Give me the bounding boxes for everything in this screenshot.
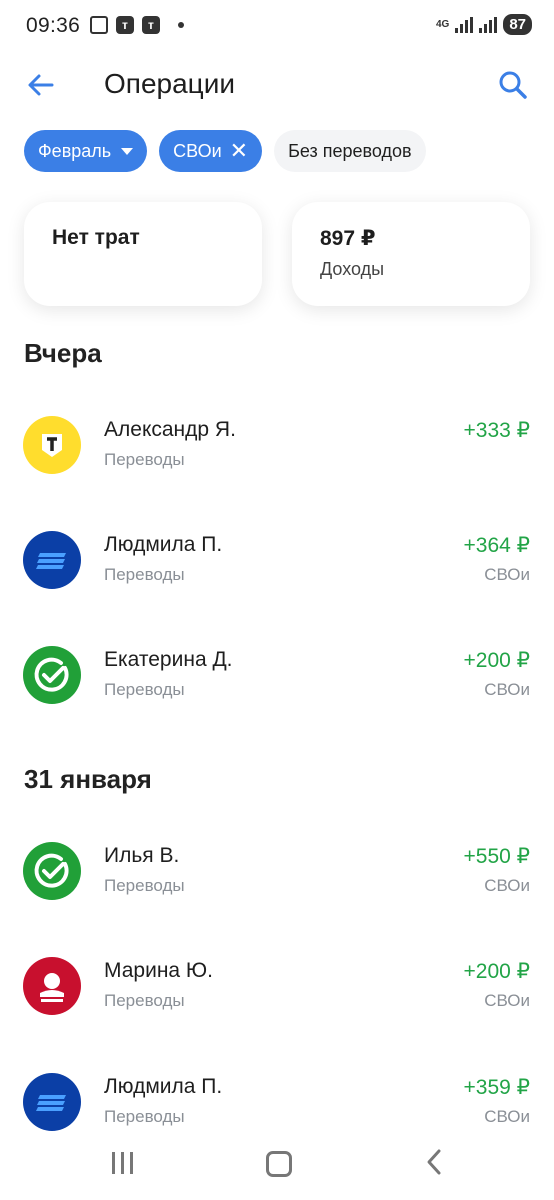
recent-apps-button[interactable]	[112, 1152, 133, 1174]
income-card[interactable]: 897 ₽ Доходы	[292, 202, 530, 306]
summary-cards: Нет трат 897 ₽ Доходы	[24, 202, 530, 306]
caret-down-icon	[121, 147, 134, 155]
transaction-bank: СВОи	[484, 876, 530, 895]
transaction-bank: СВОи	[484, 991, 530, 1010]
home-button[interactable]	[266, 1151, 292, 1177]
status-right: 4G 87	[436, 14, 532, 35]
section-title: 31 января	[24, 764, 152, 794]
search-icon	[499, 71, 527, 99]
transaction-name: Людмила П.	[104, 1075, 223, 1098]
transaction-name: Александр Я.	[104, 418, 236, 441]
close-icon[interactable]: ✕	[230, 140, 248, 162]
transaction-bank: СВОи	[484, 1107, 530, 1126]
screenshot-icon	[90, 16, 108, 34]
back-button[interactable]	[24, 68, 58, 102]
chip-month-filter[interactable]: Февраль	[24, 130, 148, 172]
vtb-logo-icon	[23, 1073, 81, 1131]
transaction-category: Переводы	[104, 876, 185, 895]
sber-logo-icon	[23, 842, 81, 900]
transaction-row[interactable]: Александр Я. Переводы +333 ₽	[0, 416, 554, 516]
chevron-left-icon	[427, 1149, 441, 1175]
system-nav-bar	[0, 1138, 554, 1190]
recent-apps-icon	[121, 1152, 124, 1174]
chip-label: Без переводов	[288, 140, 412, 161]
transaction-category: Переводы	[104, 565, 185, 584]
transaction-row[interactable]: Марина Ю. Переводы +200 ₽ СВОи	[0, 957, 554, 1057]
vtb-logo-icon	[23, 531, 81, 589]
transaction-amount: +200 ₽	[463, 649, 531, 672]
expenses-card[interactable]: Нет трат	[24, 202, 262, 306]
bank-notification-icon: т	[116, 16, 134, 34]
transaction-bank: СВОи	[484, 680, 530, 699]
signal-icon	[455, 16, 474, 33]
app-header: Операции	[0, 60, 554, 110]
chip-label: СВОи	[173, 140, 222, 161]
chip-no-transfers[interactable]: Без переводов	[274, 130, 426, 172]
status-notification-icons: т т	[90, 16, 184, 34]
income-amount: 897 ₽	[320, 227, 376, 250]
expenses-title: Нет трат	[52, 226, 140, 249]
transaction-row[interactable]: Екатерина Д. Переводы +200 ₽ СВОи	[0, 646, 554, 746]
page-title: Операции	[104, 68, 235, 99]
transaction-amount: +550 ₽	[463, 845, 531, 868]
recent-apps-icon	[130, 1152, 133, 1174]
transaction-row[interactable]: Илья В. Переводы +550 ₽ СВОи	[0, 842, 554, 942]
search-button[interactable]	[496, 68, 530, 102]
more-notifications-icon	[178, 22, 184, 28]
status-bar: 09:36 т т 4G 87	[0, 0, 554, 52]
bank-notification-icon: т	[142, 16, 160, 34]
system-back-button[interactable]	[424, 1148, 444, 1181]
transaction-amount: +333 ₽	[463, 419, 531, 442]
income-label: Доходы	[320, 259, 385, 279]
chip-bank-filter[interactable]: СВОи ✕	[159, 130, 263, 172]
transaction-amount: +359 ₽	[463, 1076, 531, 1099]
transaction-name: Илья В.	[104, 844, 180, 867]
transaction-amount: +364 ₽	[463, 534, 531, 557]
transaction-name: Людмила П.	[104, 533, 223, 556]
status-time: 09:36	[26, 14, 81, 37]
chip-label: Февраль	[38, 140, 112, 161]
section-title: Вчера	[24, 338, 102, 368]
transaction-row[interactable]: Людмила П. Переводы +364 ₽ СВОи	[0, 531, 554, 631]
transaction-name: Марина Ю.	[104, 959, 213, 982]
recent-apps-icon	[112, 1152, 115, 1174]
battery-indicator: 87	[503, 14, 532, 35]
transaction-bank: СВОи	[484, 565, 530, 584]
transaction-category: Переводы	[104, 680, 185, 699]
alfa-logo-icon	[23, 957, 81, 1015]
transaction-category: Переводы	[104, 991, 185, 1010]
filter-chips: Февраль СВОи ✕ Без переводов	[24, 130, 426, 172]
tbank-logo-icon	[23, 416, 81, 474]
transaction-category: Переводы	[104, 1107, 185, 1126]
transaction-amount: +200 ₽	[463, 960, 531, 983]
arrow-left-icon	[28, 74, 54, 96]
network-icon: 4G	[435, 18, 450, 30]
transaction-category: Переводы	[104, 450, 185, 469]
sber-logo-icon	[23, 646, 81, 704]
signal-icon	[479, 16, 498, 33]
transaction-name: Екатерина Д.	[104, 648, 233, 671]
